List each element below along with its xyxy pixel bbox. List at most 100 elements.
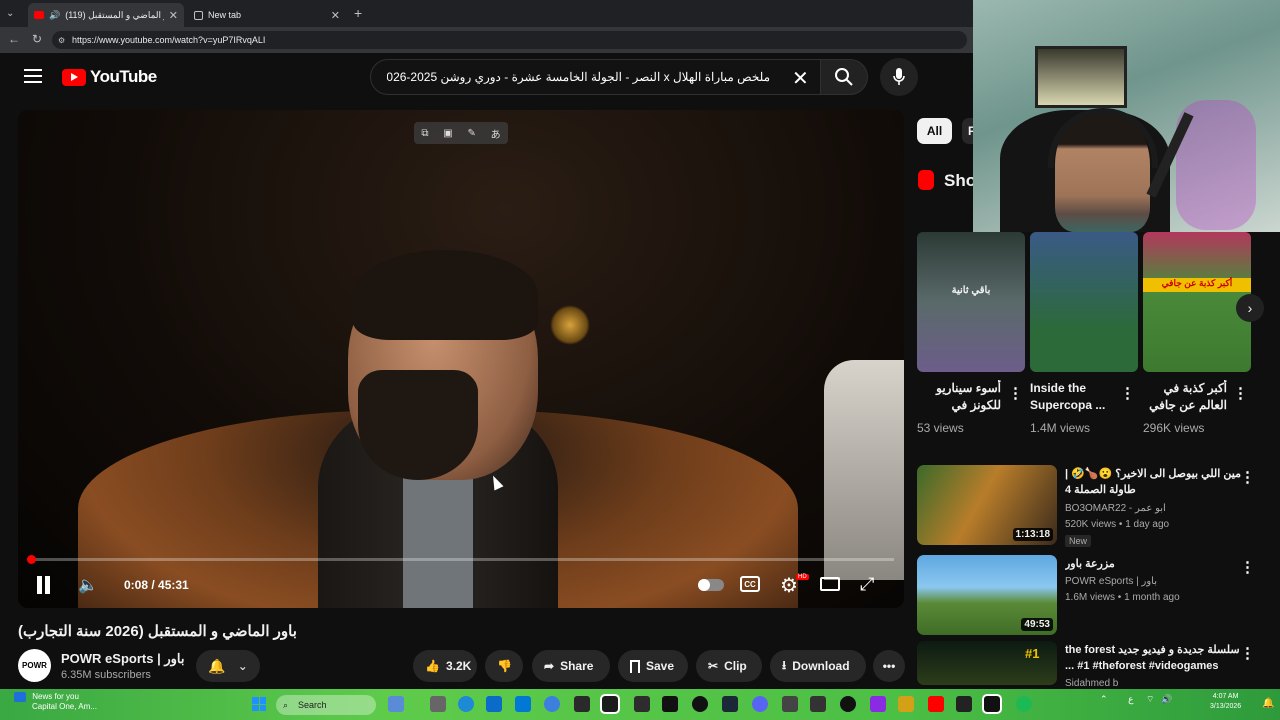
short-thumbnail[interactable] [917,232,1025,372]
chevron-right-icon[interactable]: › [1236,294,1264,322]
tab-list-chevron-icon[interactable]: ⌄ [6,8,14,19]
mail-icon[interactable] [515,696,531,712]
chip-all[interactable]: All [917,118,952,144]
short-title[interactable]: أسوء سيناريو للكونز في دوري... [917,380,1001,416]
save-label: Save [646,659,675,673]
clear-search-icon[interactable]: ✕ [792,66,809,91]
app-icon[interactable] [956,696,972,712]
edit-icon[interactable]: ✎ [467,128,475,139]
capture-icon[interactable]: ▣ [443,128,452,139]
video-title[interactable]: مزرعة باور [1065,556,1241,572]
close-tab-icon[interactable]: ✕ [331,9,340,22]
thumbs-up-icon: 👍 [425,659,440,673]
app-icon[interactable] [810,696,826,712]
spotify-icon[interactable] [1016,696,1032,712]
volume-icon[interactable]: 🔊 [1161,694,1172,704]
kebab-menu-icon[interactable]: ⋮ [1008,384,1023,402]
pause-button[interactable] [36,576,52,594]
search-input[interactable]: ملخص مباراة الهلال x النصر - الجولة الخا… [370,59,821,95]
kebab-menu-icon[interactable]: ⋮ [1240,644,1255,662]
save-button[interactable]: Save [618,650,688,682]
video-player[interactable] [18,110,904,608]
chevron-up-icon[interactable]: ⌃ [1100,694,1108,704]
app-icon[interactable] [634,696,650,712]
search-button[interactable] [820,59,868,95]
youtube-icon[interactable] [928,696,944,712]
edge-icon[interactable] [458,696,474,712]
browser-tab-youtube[interactable]: 🔊 (119) باور الماضي و المستقبل ✕ [28,3,184,27]
back-arrow-icon[interactable]: ← [8,32,20,46]
search-icon [835,68,853,86]
video-title[interactable]: سلسلة جديدة و فيديو جديد the forest #1 #… [1065,642,1241,674]
more-actions-button[interactable]: ••• [873,650,905,682]
wifi-icon[interactable]: ⌔ [1146,694,1154,704]
download-icon: ⭳ [782,657,787,672]
taskview-icon[interactable] [388,696,404,712]
taskbar-search-input[interactable]: ⌕ Search [276,695,376,715]
app-icon[interactable] [574,696,590,712]
close-tab-icon[interactable]: ✕ [169,9,178,22]
duration-badge: 1:13:18 [1012,528,1053,541]
app-icon[interactable] [662,696,678,712]
scrubber-handle[interactable] [27,555,36,564]
short-title[interactable]: Inside the Supercopa ... [1030,380,1114,416]
chrome-icon[interactable] [544,696,560,712]
captions-button[interactable]: CC [740,576,760,592]
reload-icon[interactable]: ↻ [32,32,42,46]
share-button[interactable]: ➦ Share [532,650,610,682]
video-title[interactable]: مين اللي بيوصل الى الاخير؟ 😮🍗🤣 | طاولة ا… [1065,466,1241,498]
new-badge: New [1065,535,1092,547]
dislike-button[interactable]: 👎 [485,650,523,682]
youtube-logo[interactable]: YouTube [62,67,157,87]
kebab-menu-icon[interactable]: ⋮ [1240,558,1255,576]
kebab-menu-icon[interactable]: ⋮ [1233,384,1248,402]
voice-search-button[interactable] [880,58,918,96]
news-widget[interactable]: News for you Capital One, Am... [14,692,97,712]
app-icon[interactable] [692,696,708,712]
volume-icon[interactable]: 🔈 [78,575,98,595]
short-title[interactable]: أكبر كذبة في العالم عن جافي لاعب ... [1143,380,1227,416]
system-tray[interactable]: ⌃ ع ⌔ 🔊 [1100,694,1172,705]
video-thumbnail[interactable]: 49:53 [917,555,1057,635]
channel-avatar[interactable]: POWR [18,649,51,682]
url-field[interactable]: ⚙ https://www.youtube.com/watch?v=yuP7IR… [52,31,967,49]
input-language[interactable]: ع [1128,694,1133,704]
download-label: Download [792,659,850,673]
video-thumbnail[interactable]: 1:13:18 [917,465,1057,545]
kebab-menu-icon[interactable]: ⋮ [1240,468,1255,486]
notification-icon[interactable]: 🔔 [1262,698,1274,709]
progress-bar[interactable] [30,558,894,561]
store-icon[interactable] [486,696,502,712]
channel-name[interactable]: BO3OMAR22 - ابو عمر [1065,502,1166,516]
explorer-icon[interactable] [430,696,446,712]
like-button[interactable]: 👍 3.2K [413,650,477,682]
kebab-menu-icon[interactable]: ⋮ [1120,384,1135,402]
download-button[interactable]: ⭳ Download [770,650,866,682]
new-tab-button[interactable]: + [354,5,362,21]
short-thumbnail[interactable] [1143,232,1251,372]
app-icon[interactable] [870,696,886,712]
system-clock[interactable]: 4:07 AM 3/13/2026 [1210,692,1241,712]
obs-icon[interactable] [840,696,856,712]
steam-icon[interactable] [722,696,738,712]
browser-tab-newtab[interactable]: New tab ✕ [188,3,346,27]
fullscreen-icon[interactable]: ⤢ [860,574,874,595]
clip-button[interactable]: ✂ Clip [696,650,762,682]
subscription-bell-button[interactable]: 🔔 ⌄ [196,650,260,682]
app-icon[interactable] [982,694,1002,714]
windows-start-icon[interactable] [252,697,266,711]
discord-icon[interactable] [752,696,768,712]
channel-name[interactable]: POWR eSports | باور [1065,575,1157,589]
site-info-icon[interactable]: ⚙ [58,36,65,45]
pip-icon[interactable]: ⧉ [421,128,428,139]
theater-mode-icon[interactable] [820,577,840,591]
short-thumbnail[interactable] [1030,232,1138,372]
app-icon[interactable] [782,696,798,712]
terminal-icon[interactable] [600,694,620,714]
speaker-icon[interactable]: 🔊 [49,10,60,21]
translate-icon[interactable]: あ [491,126,501,141]
app-icon[interactable] [898,696,914,712]
hamburger-menu-icon[interactable] [24,69,42,83]
autoplay-toggle[interactable] [698,579,724,591]
channel-name[interactable]: POWR eSports | باور [61,651,184,667]
